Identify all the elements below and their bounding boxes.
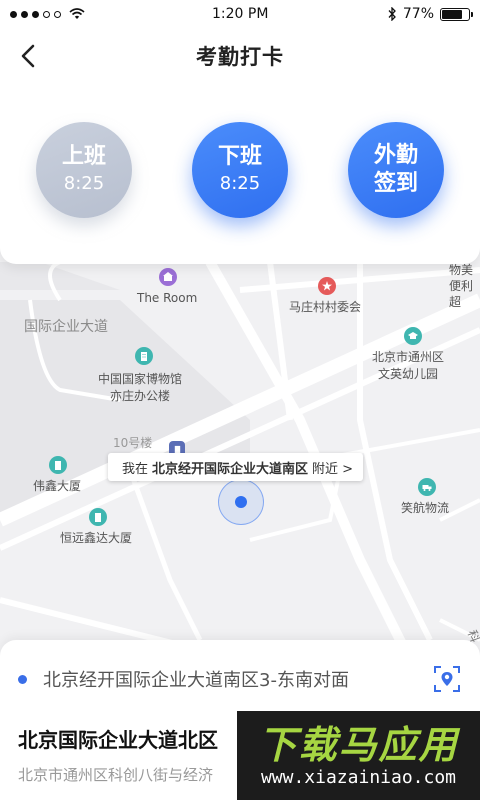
watermark-logo: 下载马应用 www.xiazainiao.com — [237, 711, 480, 800]
location-tooltip-prefix: 我在 — [122, 461, 149, 477]
battery-icon — [440, 7, 473, 21]
current-location-dot — [235, 496, 247, 508]
relocate-button[interactable] — [432, 664, 462, 694]
poi-kindergarten[interactable]: 北京市通州区 文英幼儿园 — [372, 349, 444, 383]
signal-dot — [54, 10, 61, 18]
current-location-row[interactable]: 北京经开国际企业大道南区3-东南对面 — [18, 662, 462, 696]
wifi-icon — [69, 8, 85, 19]
poi-logistics[interactable]: 笑航物流 — [401, 500, 449, 517]
punch-buttons: 上班 8:25 下班 8:25 外勤 签到 — [0, 122, 480, 222]
navigation-bar: 考勤打卡 — [0, 28, 480, 84]
poi-kindergarten-line1: 北京市通州区 — [372, 350, 445, 364]
school-icon[interactable] — [404, 327, 422, 345]
signal-dot — [10, 10, 17, 18]
back-button[interactable] — [14, 42, 42, 70]
poi-museum-line2: 亦庄办公楼 — [110, 389, 171, 403]
government-icon[interactable] — [318, 277, 336, 295]
chevron-left-icon — [21, 44, 35, 68]
battery-fill — [442, 9, 463, 19]
building-icon[interactable] — [89, 508, 107, 526]
status-time: 1:20 PM — [212, 6, 269, 22]
clock-in-label: 上班 — [61, 144, 106, 169]
poi-village-committee[interactable]: 马庄村村委会 — [289, 299, 361, 316]
clock-out-button[interactable]: 下班 8:25 — [192, 122, 288, 218]
address-detail: 北京市通州区科创八街与经济 — [18, 766, 214, 784]
battery-percent: 77% — [402, 6, 434, 22]
bluetooth-icon — [388, 7, 396, 21]
location-tooltip-suffix: 附近 > — [312, 461, 354, 477]
shop-icon[interactable] — [159, 268, 177, 286]
poi-wumart-label: 物美便利超 — [449, 263, 474, 309]
building-icon[interactable] — [49, 456, 67, 474]
poi-museum[interactable]: 中国国家博物馆 亦庄办公楼 — [98, 371, 182, 405]
attendance-panel: 考勤打卡 上班 8:25 下班 8:25 外勤 签到 — [0, 28, 480, 264]
location-scan-icon — [434, 666, 460, 692]
location-bullet-icon — [18, 674, 27, 684]
location-tooltip[interactable]: 我在 北京经开国际企业大道南区 附近 > — [108, 453, 364, 481]
poi-kindergarten-line2: 文英幼儿园 — [378, 367, 439, 381]
signal-dot — [21, 10, 28, 18]
field-check-in-label: 外勤 — [373, 143, 418, 168]
poi-the-room[interactable]: The Room — [137, 290, 197, 307]
truck-icon[interactable] — [418, 478, 436, 496]
field-check-in-button[interactable]: 外勤 签到 — [348, 122, 444, 218]
address-title: 北京国际企业大道北区 — [18, 728, 218, 752]
status-bar: 1:20 PM 77% — [0, 0, 480, 28]
poi-hengyuan-tower[interactable]: 恒远鑫达大厦 — [60, 530, 132, 547]
map-area-label: 国际企业大道 — [24, 319, 108, 335]
signal-strength — [10, 8, 85, 20]
clock-in-time: 8:25 — [63, 173, 105, 194]
watermark-url: www.xiazainiao.com — [260, 766, 457, 788]
location-tooltip-place: 北京经开国际企业大道南区 — [152, 461, 309, 477]
building-icon[interactable] — [135, 347, 153, 365]
poi-wumart[interactable]: 物美便利超 — [449, 262, 480, 310]
field-check-in-label-2: 签到 — [373, 171, 418, 196]
poi-museum-line1: 中国国家博物馆 — [98, 372, 183, 386]
clock-in-button[interactable]: 上班 8:25 — [36, 122, 132, 218]
page-title: 考勤打卡 — [196, 45, 284, 69]
current-location-text: 北京经开国际企业大道南区3-东南对面 — [43, 670, 349, 691]
signal-dot — [32, 10, 39, 18]
poi-building-10[interactable]: 10号楼 — [113, 435, 152, 452]
signal-dot — [43, 10, 50, 18]
clock-out-time: 8:25 — [219, 173, 261, 194]
watermark-title: 下载马应用 — [258, 722, 459, 767]
clock-out-label: 下班 — [217, 144, 262, 169]
poi-weixin-tower[interactable]: 伟鑫大厦 — [33, 478, 81, 495]
